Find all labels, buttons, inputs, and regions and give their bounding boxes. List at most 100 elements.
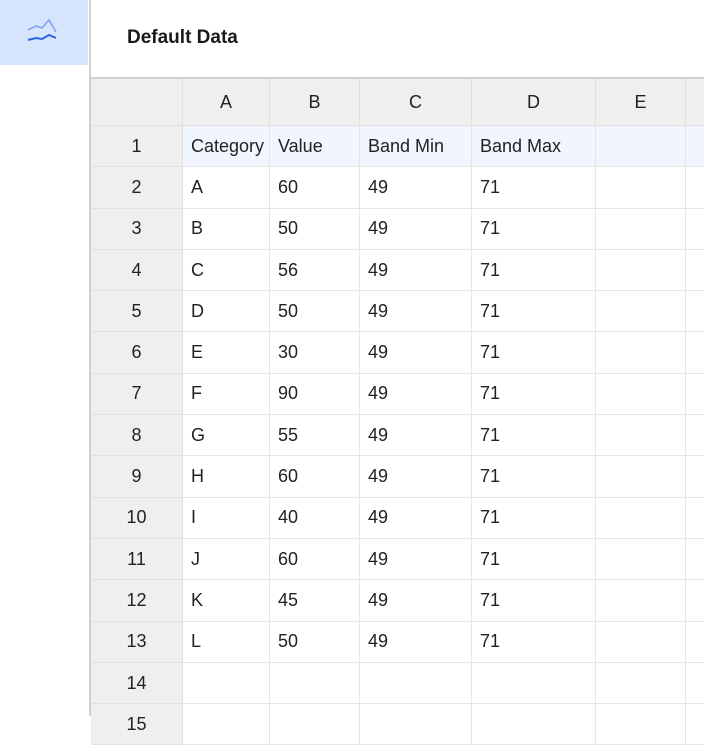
row-header[interactable]: 4 — [91, 249, 183, 292]
grid-cell[interactable] — [596, 373, 686, 416]
grid-cell[interactable]: Value — [270, 126, 360, 168]
row-header[interactable]: 15 — [91, 704, 183, 745]
grid-cell[interactable]: 71 — [472, 332, 596, 374]
grid-cell[interactable] — [686, 250, 704, 292]
grid-cell[interactable]: 71 — [472, 208, 596, 250]
grid-cell[interactable]: 49 — [360, 621, 472, 663]
grid-cell[interactable]: 60 — [270, 167, 360, 209]
grid-cell[interactable]: 49 — [360, 497, 472, 539]
grid-cell[interactable] — [686, 374, 704, 416]
grid-cell[interactable] — [686, 663, 704, 705]
grid-cell[interactable]: 71 — [472, 373, 596, 416]
column-header[interactable]: B — [270, 79, 360, 126]
grid-cell[interactable]: I — [183, 497, 270, 539]
grid-cell[interactable] — [270, 662, 360, 705]
grid-cell[interactable]: Band Min — [360, 126, 472, 168]
grid-cell[interactable]: 49 — [360, 538, 472, 581]
grid-cell[interactable]: 50 — [270, 208, 360, 250]
row-header[interactable]: 14 — [91, 662, 183, 705]
row-header[interactable]: 8 — [91, 415, 183, 457]
grid-cell[interactable]: 71 — [472, 291, 596, 333]
row-header[interactable]: 5 — [91, 291, 183, 333]
grid-cell[interactable]: C — [183, 249, 270, 292]
grid-cell[interactable]: G — [183, 415, 270, 457]
grid-cell[interactable] — [596, 126, 686, 168]
grid-cell[interactable]: 50 — [270, 621, 360, 663]
grid-cell[interactable] — [686, 167, 704, 209]
grid-cell[interactable]: F — [183, 373, 270, 416]
grid-cell[interactable] — [686, 622, 704, 663]
column-header[interactable]: E — [596, 79, 686, 126]
grid-cell[interactable]: 56 — [270, 249, 360, 292]
grid-cell[interactable] — [686, 209, 704, 250]
grid-cell[interactable]: 49 — [360, 373, 472, 416]
grid-cell[interactable] — [596, 167, 686, 209]
row-header[interactable]: 11 — [91, 538, 183, 581]
row-header[interactable]: 7 — [91, 373, 183, 416]
grid-cell[interactable] — [596, 456, 686, 498]
grid-cell[interactable]: 49 — [360, 249, 472, 292]
grid-cell[interactable]: 71 — [472, 538, 596, 581]
grid-cell[interactable]: 45 — [270, 580, 360, 622]
grid-cell[interactable]: J — [183, 538, 270, 581]
column-header[interactable]: C — [360, 79, 472, 126]
grid-cell[interactable]: E — [183, 332, 270, 374]
grid-cell[interactable]: Category — [183, 126, 270, 168]
grid-cell[interactable] — [686, 498, 704, 539]
grid-cell[interactable] — [596, 249, 686, 292]
grid-cell[interactable] — [183, 662, 270, 705]
grid-cell[interactable]: 71 — [472, 167, 596, 209]
grid-cell[interactable]: 49 — [360, 208, 472, 250]
grid-cell[interactable] — [686, 580, 704, 622]
grid-cell[interactable]: 71 — [472, 621, 596, 663]
row-header[interactable]: 12 — [91, 580, 183, 622]
grid-cell[interactable] — [596, 332, 686, 374]
grid-cell[interactable]: 90 — [270, 373, 360, 416]
grid-cell[interactable]: A — [183, 167, 270, 209]
grid-cell[interactable] — [596, 538, 686, 581]
grid-cell[interactable] — [596, 497, 686, 539]
grid-cell[interactable]: 40 — [270, 497, 360, 539]
grid-cell[interactable] — [360, 704, 472, 745]
grid-cell[interactable] — [596, 580, 686, 622]
grid-cell[interactable]: 49 — [360, 415, 472, 457]
grid-cell[interactable]: L — [183, 621, 270, 663]
grid-cell[interactable] — [686, 704, 704, 745]
grid-cell[interactable]: 71 — [472, 456, 596, 498]
grid-cell[interactable]: 71 — [472, 249, 596, 292]
grid-cell[interactable] — [472, 662, 596, 705]
row-header[interactable]: 6 — [91, 332, 183, 374]
grid-cell[interactable] — [183, 704, 270, 745]
grid-cell[interactable] — [686, 126, 704, 168]
grid-cell[interactable] — [472, 704, 596, 745]
grid-cell[interactable]: 49 — [360, 291, 472, 333]
column-header[interactable]: A — [183, 79, 270, 126]
grid-cell[interactable] — [596, 662, 686, 705]
grid-cell[interactable]: 71 — [472, 580, 596, 622]
grid-cell[interactable]: D — [183, 291, 270, 333]
grid-cell[interactable]: 49 — [360, 332, 472, 374]
grid-cell[interactable] — [270, 704, 360, 745]
row-header[interactable]: 1 — [91, 126, 183, 168]
grid-cell[interactable]: 49 — [360, 456, 472, 498]
grid-cell[interactable] — [686, 539, 704, 581]
sidebar-item-chart[interactable] — [0, 0, 88, 65]
grid-cell[interactable] — [686, 332, 704, 374]
grid-cell[interactable]: H — [183, 456, 270, 498]
grid-cell[interactable]: 71 — [472, 497, 596, 539]
column-header[interactable]: D — [472, 79, 596, 126]
corner-cell[interactable] — [91, 79, 183, 126]
row-header[interactable]: 2 — [91, 167, 183, 209]
column-header[interactable] — [686, 79, 704, 126]
grid-cell[interactable]: 60 — [270, 456, 360, 498]
grid-cell[interactable] — [596, 621, 686, 663]
grid-cell[interactable] — [596, 208, 686, 250]
grid-cell[interactable] — [686, 291, 704, 333]
grid-cell[interactable]: 50 — [270, 291, 360, 333]
grid-cell[interactable]: 49 — [360, 580, 472, 622]
grid-cell[interactable]: Band Max — [472, 126, 596, 168]
grid-cell[interactable]: 71 — [472, 415, 596, 457]
grid-cell[interactable]: 55 — [270, 415, 360, 457]
row-header[interactable]: 13 — [91, 621, 183, 663]
grid-cell[interactable]: 30 — [270, 332, 360, 374]
